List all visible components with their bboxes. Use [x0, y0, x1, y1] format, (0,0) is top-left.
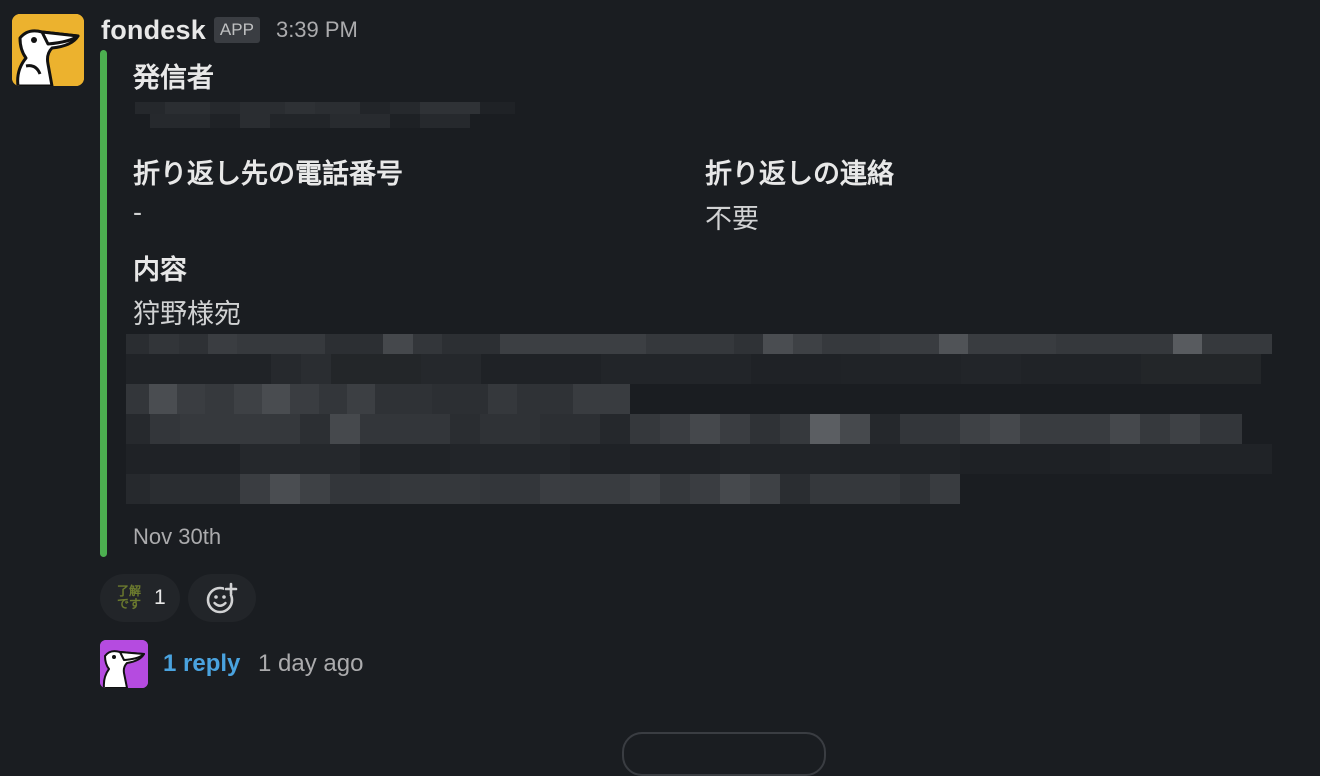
add-emoji-icon: [206, 582, 238, 614]
bot-avatar[interactable]: [12, 14, 84, 86]
new-messages-pill[interactable]: [622, 732, 826, 776]
attachment-accent-bar: [100, 50, 107, 557]
field-value-callback: 不要: [705, 204, 759, 234]
thread-reply-link[interactable]: 1 reply: [163, 650, 240, 678]
add-reaction-button[interactable]: [188, 574, 256, 622]
pelican-icon: [100, 640, 148, 688]
redacted-sender: [135, 102, 515, 128]
redacted-content: [126, 334, 1272, 504]
message: fondesk APP 3:39 PM 発信者 折り返し先の電話番号 - 折り返…: [0, 0, 1320, 776]
reply-avatar[interactable]: [100, 640, 148, 688]
reaction-pill[interactable]: 了解 です 1: [100, 574, 180, 622]
reaction-count: 1: [154, 586, 166, 609]
field-label-phone: 折り返し先の電話番号: [133, 159, 403, 189]
ryokai-desu-emoji-icon: 了解 です: [116, 584, 141, 611]
field-label-callback: 折り返しの連絡: [705, 159, 894, 189]
field-label-sender: 発信者: [133, 63, 214, 93]
message-timestamp[interactable]: 3:39 PM: [276, 17, 358, 43]
thread-last-reply-time: 1 day ago: [258, 650, 364, 677]
sender-name[interactable]: fondesk: [101, 15, 206, 46]
app-badge: APP: [213, 17, 260, 43]
attachment-date: Nov 30th: [133, 524, 222, 549]
field-label-content: 内容: [133, 255, 187, 285]
field-value-phone: -: [133, 197, 142, 227]
pelican-icon: [12, 14, 84, 86]
message-header: fondesk APP 3:39 PM: [101, 12, 358, 48]
field-value-content: 狩野様宛: [133, 299, 241, 329]
